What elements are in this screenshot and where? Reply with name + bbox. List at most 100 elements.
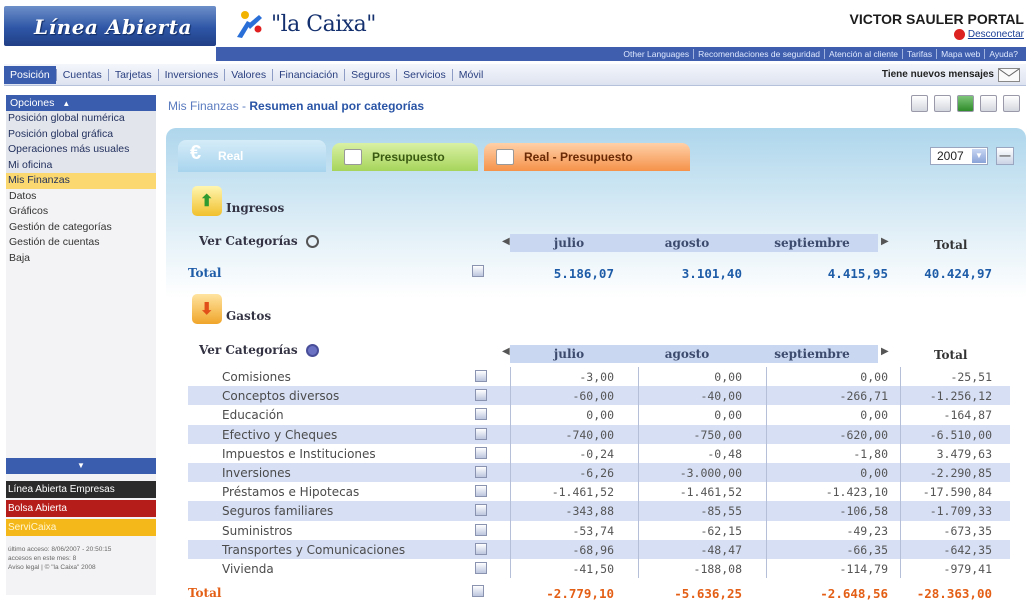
detail-icon[interactable] [475,446,487,459]
top-link-rates[interactable]: Tarifas [902,49,936,59]
col-septiembre: septiembre [774,236,850,250]
prev-month-icon[interactable]: ◀ [502,346,510,357]
add-icon[interactable] [980,95,997,112]
sidebar-item-posicion-grafica[interactable]: Posición global gráfica [6,126,156,142]
nav-cuentas[interactable]: Cuentas [55,68,108,81]
nav-movil[interactable]: Móvil [451,68,490,81]
new-messages-link[interactable]: Tiene nuevos mensajes [881,67,1026,82]
col-septiembre: septiembre [774,347,850,361]
toggle-icon[interactable] [305,234,319,248]
brand-banner[interactable]: Línea Abierta [4,6,216,46]
promo-servicaixa-link[interactable]: ServiCaixa [6,519,156,536]
detail-icon[interactable] [475,542,487,555]
amount-agosto: -188,08 [693,562,742,576]
nav-seguros[interactable]: Seguros [344,68,396,81]
next-month-icon[interactable]: ▶ [881,236,889,247]
table-row: Transportes y Comunicaciones -68,96 -48,47… [188,539,1010,559]
prev-month-icon[interactable]: ◀ [502,236,510,247]
next-month-icon[interactable]: ▶ [881,346,889,357]
top-link-security[interactable]: Recomendaciones de seguridad [693,49,824,59]
col-julio: julio [553,236,585,250]
bank-logo[interactable]: "la Caixa" [233,9,376,39]
page-title-section[interactable]: Mis Finanzas - [168,99,246,113]
sidebar-subitem-graficos[interactable]: Gráficos [6,204,156,220]
detail-icon[interactable] [472,265,484,277]
nav-financiacion[interactable]: Financiación [272,68,344,81]
nav-valores[interactable]: Valores [224,68,272,81]
col-total: Total [934,238,968,252]
logout-link[interactable]: Desconectar [953,29,1024,40]
print-icon[interactable] [934,95,951,112]
ingresos-ver-categorias[interactable]: Ver Categorías [199,234,319,248]
amount-agosto: -1.461,52 [679,485,742,500]
tab-real-presupuesto-label: Real - Presupuesto [524,150,633,164]
chevron-down-icon: ▼ [972,149,986,163]
toggle-icon[interactable] [305,343,319,357]
amount-agosto: -48,47 [700,542,742,557]
detail-icon[interactable] [475,427,487,440]
amount-total: -164,87 [943,408,992,423]
top-link-help[interactable]: Ayuda? [984,49,1022,59]
new-messages-label: Tiene nuevos mensajes [881,69,994,80]
category-name: Transportes y Comunicaciones [222,542,406,557]
sidebar: Opciones ▲ Posición global numérica Posi… [6,95,156,595]
amount-total: 3.479,63 [936,446,992,461]
amount-agosto: -62,15 [700,523,742,538]
sidebar-item-mi-oficina[interactable]: Mi oficina [6,157,156,173]
tab-presupuesto[interactable]: Presupuesto [332,143,478,171]
amount-septiembre: -1,80 [853,446,888,461]
search-icon[interactable] [911,95,928,112]
detail-icon[interactable] [475,370,487,382]
nav-tarjetas[interactable]: Tarjetas [107,68,158,81]
sidebar-subitem-datos[interactable]: Datos [6,189,156,205]
sidebar-subitem-baja[interactable]: Baja [6,251,156,267]
power-icon [953,29,965,40]
collapse-button[interactable]: — [996,147,1014,165]
category-name: Préstamos e Hipotecas [222,485,360,500]
col-agosto: agosto [664,347,710,361]
help-icon[interactable] [1003,95,1020,112]
amount-julio: -60,00 [572,389,614,404]
table-row: Impuestos e Instituciones -0,24 -0,48 -1,80… [188,443,1010,463]
sidebar-item-posicion-numerica[interactable]: Posición global numérica [6,111,156,127]
gastos-ver-categorias[interactable]: Ver Categorías [199,343,319,357]
sidebar-subitem-categorias[interactable]: Gestión de categorías [6,220,156,236]
sidebar-expand-button[interactable]: ▼ [6,458,156,474]
amount-julio: -3,00 [579,370,614,384]
detail-icon[interactable] [475,485,487,498]
bank-logo-text: "la Caixa" [271,11,376,37]
promo-bolsa-link[interactable]: Bolsa Abierta [6,500,156,517]
amount-septiembre: -66,35 [846,542,888,557]
detail-icon[interactable] [475,408,487,421]
top-link-sitemap[interactable]: Mapa web [936,49,984,59]
detail-icon[interactable] [475,389,487,402]
amount-total: -1.256,12 [929,389,992,404]
excel-icon[interactable] [957,95,974,112]
amount-septiembre: -49,23 [846,523,888,538]
year-select[interactable]: 2007 ▼ [930,147,988,165]
amount-julio: -53,74 [572,523,614,538]
amount-septiembre: -1.423,10 [825,485,888,500]
detail-icon[interactable] [475,504,487,517]
tab-real-presupuesto[interactable]: Real - Presupuesto [484,143,690,171]
sidebar-item-mis-finanzas[interactable]: Mis Finanzas [6,173,156,189]
access-count: accesos en este mes: 8 [8,555,77,562]
detail-icon[interactable] [472,585,484,597]
detail-icon[interactable] [475,523,487,536]
sidebar-item-operaciones[interactable]: Operaciones más usuales [6,142,156,158]
nav-inversiones[interactable]: Inversiones [157,68,225,81]
nav-servicios[interactable]: Servicios [396,68,452,81]
table-row: Educación 0,00 0,00 0,00 -164,87 [188,405,1010,425]
promo-empresas-link[interactable]: Línea Abierta Empresas [6,481,156,498]
category-name: Inversiones [222,466,291,480]
top-link-customer-service[interactable]: Atención al cliente [824,49,902,59]
top-link-languages[interactable]: Other Languages [619,49,693,59]
tab-presupuesto-label: Presupuesto [372,150,445,164]
tab-real[interactable]: € Real [178,140,326,172]
detail-icon[interactable] [475,562,487,574]
sidebar-header[interactable]: Opciones ▲ [6,95,156,111]
detail-icon[interactable] [475,466,487,478]
sidebar-subitem-cuentas[interactable]: Gestión de cuentas [6,235,156,251]
nav-posicion[interactable]: Posición [4,65,56,84]
legal-note[interactable]: Aviso legal | © "la Caixa" 2008 [8,563,111,572]
